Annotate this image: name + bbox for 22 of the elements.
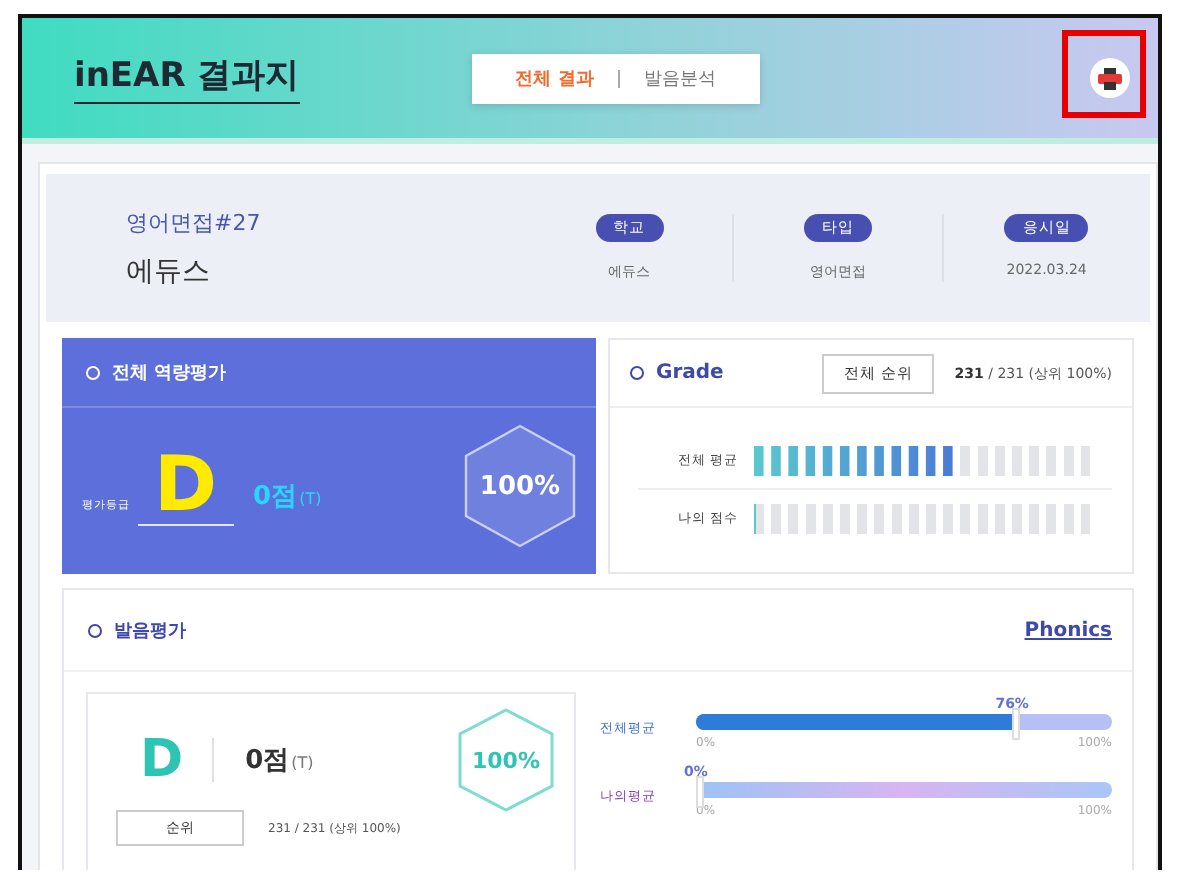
tab[interactable]: 발음분석 [619,65,740,91]
slider-thumb [1012,708,1021,740]
grade-letter: D [140,730,184,790]
panel-title: 발음평가 [114,619,186,643]
printer-icon [1098,67,1122,89]
panel-title: 전체 역량평가 [112,361,227,385]
phonics-link[interactable]: Phonics [1024,619,1112,641]
percent-value: 100% [479,471,561,501]
percent-value: 100% [472,747,540,773]
hexagon-frame [464,424,576,548]
score-suffix: (T) [291,754,314,772]
slider-thumb [696,776,704,808]
test-name: 영어면접#27 [126,207,263,237]
page-title: inEAR 결과지 [74,52,300,104]
score-value: 0점 [253,480,298,514]
grade-letter: D [138,445,234,527]
print-button[interactable] [1090,58,1130,98]
hexagon-frame [458,708,554,812]
score-suffix: (T) [299,489,322,507]
organization-name: 에듀스 [126,253,212,289]
score-value: 0점 [245,744,290,778]
panel-title: Grade [656,362,724,384]
